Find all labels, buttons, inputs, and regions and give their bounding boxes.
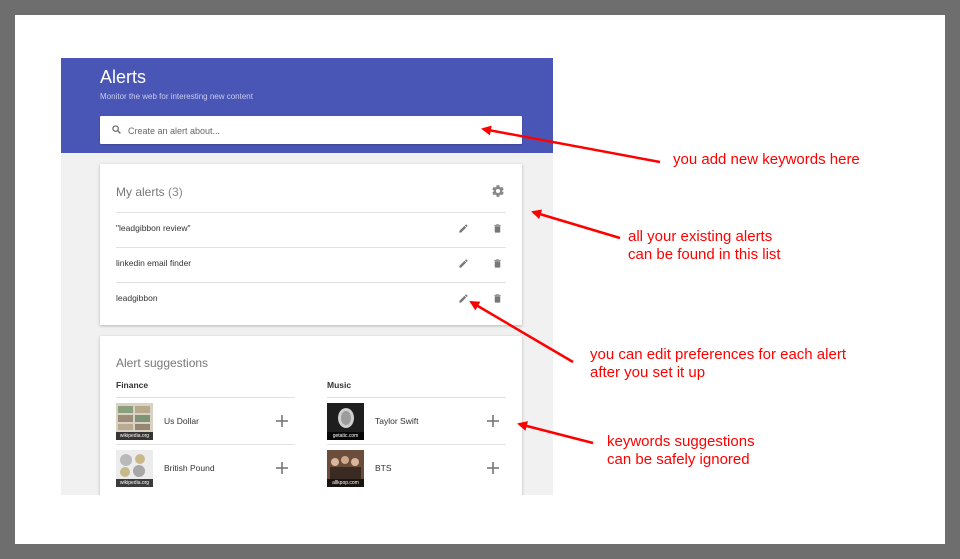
annotation-add-keywords: you add new keywords here <box>673 151 860 168</box>
annotation-arrow <box>517 421 594 445</box>
annotation-arrow <box>531 209 621 240</box>
annotation-existing-alerts-line2: can be found in this list <box>628 246 781 263</box>
annotation-edit-preferences-line1: you can edit preferences for each alert <box>590 346 846 363</box>
annotation-arrow <box>481 125 661 164</box>
annotation-suggestions-line2: can be safely ignored <box>607 451 750 468</box>
annotation-edit-preferences-line2: after you set it up <box>590 364 706 381</box>
annotation-existing-alerts-line1: all your existing alerts <box>628 228 773 245</box>
annotation-arrow <box>469 300 574 364</box>
annotation-arrows <box>469 125 661 445</box>
annotation-suggestions-line1: keywords suggestions <box>607 433 755 450</box>
